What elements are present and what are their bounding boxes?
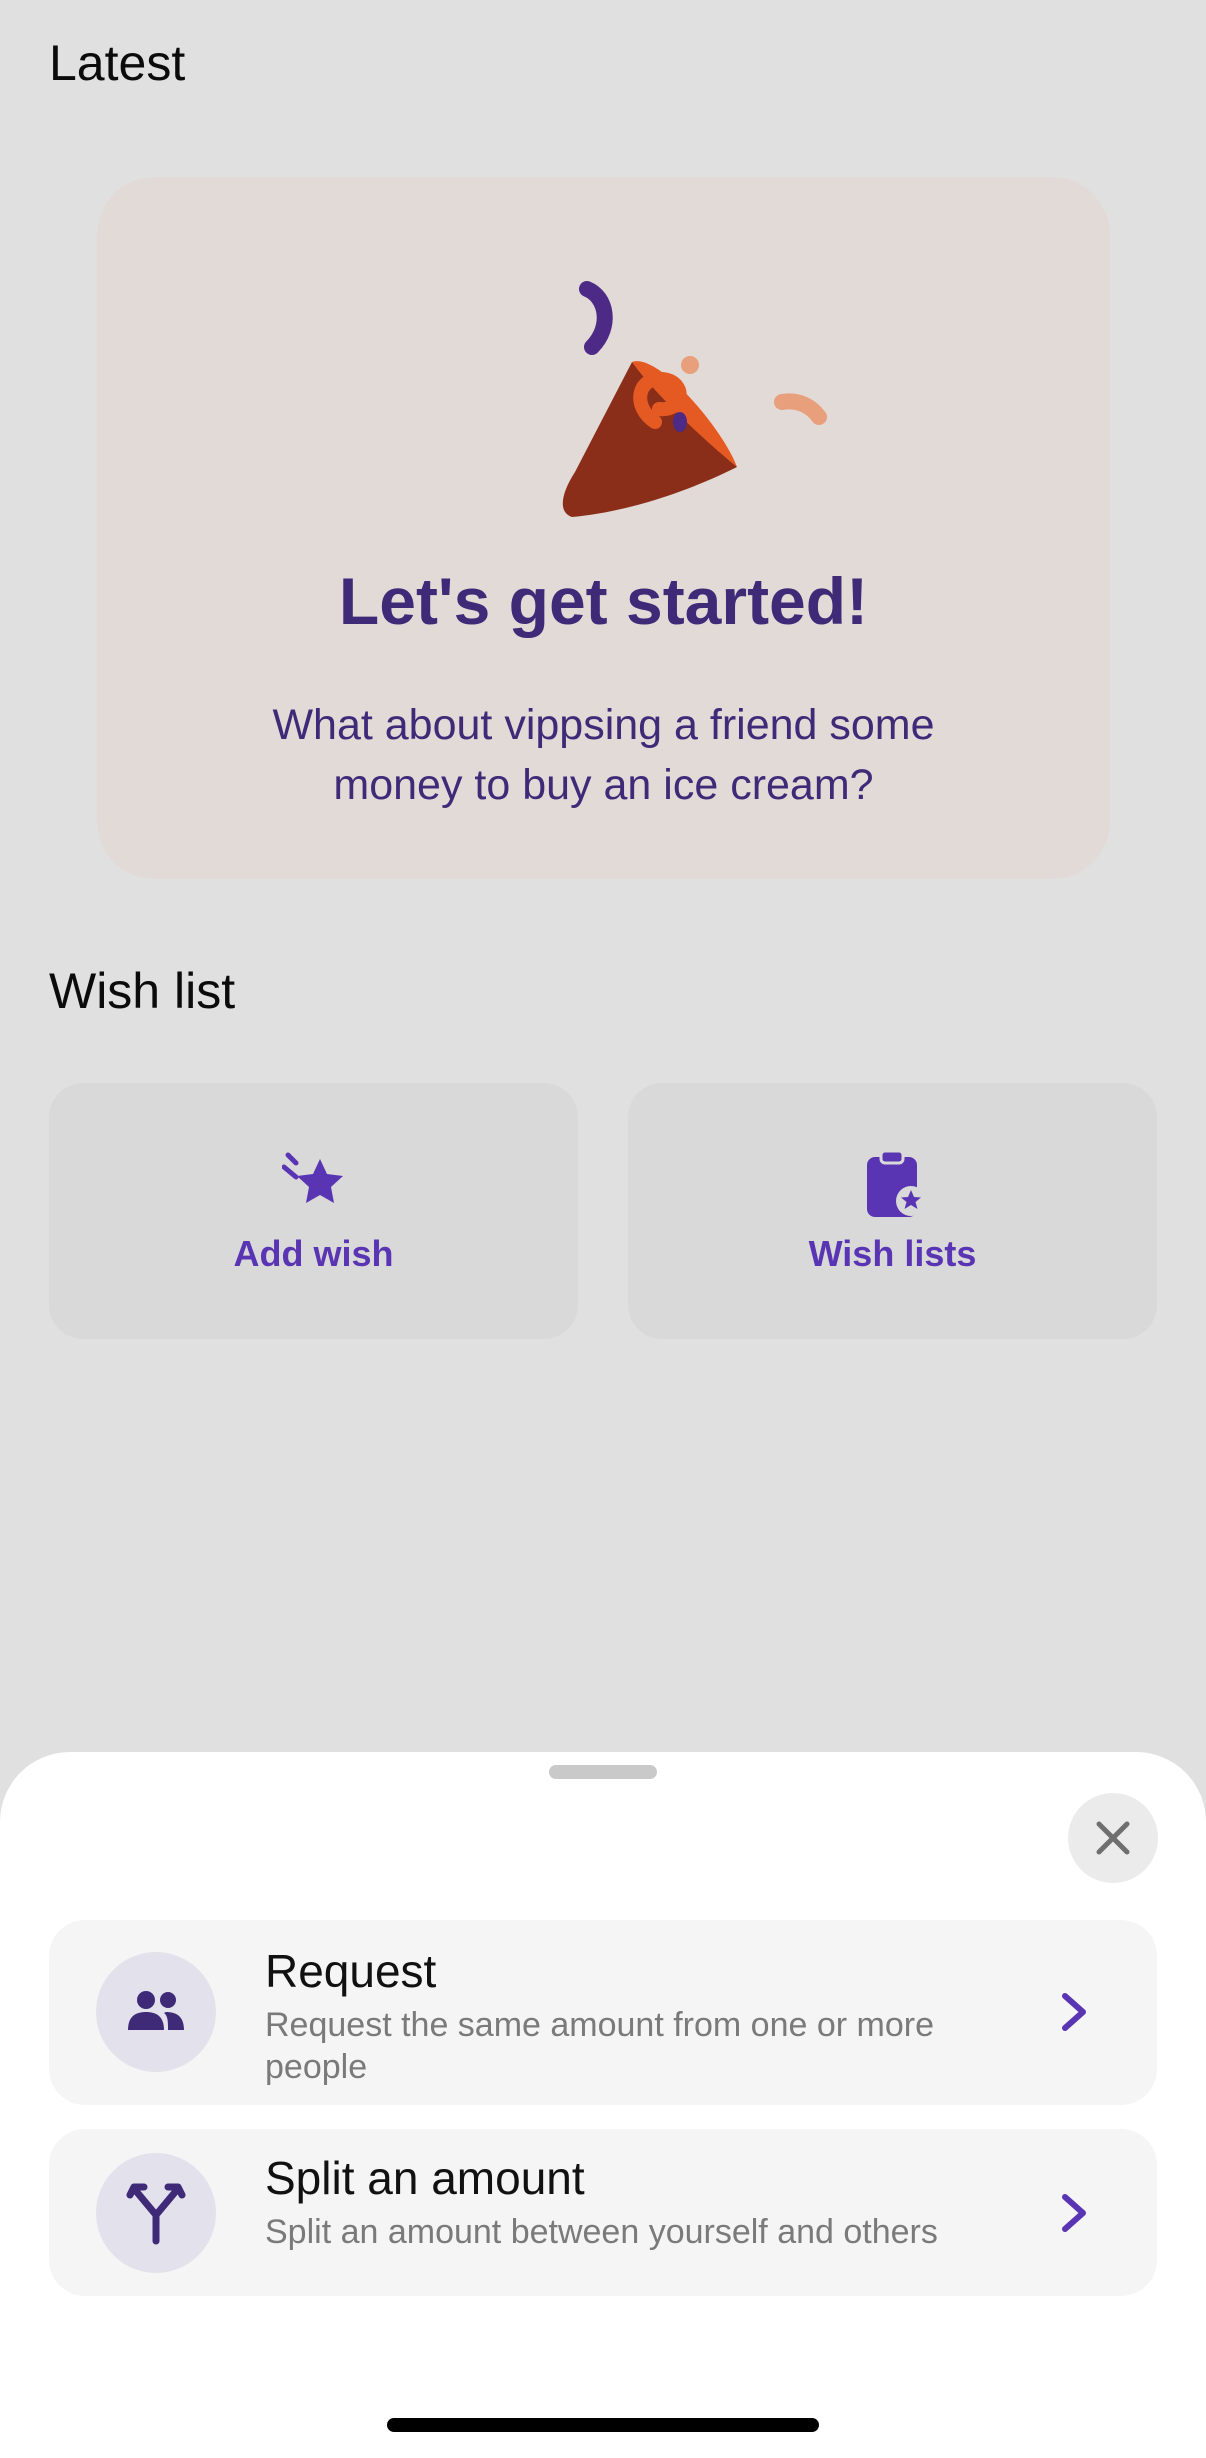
party-popper-icon (562, 281, 827, 517)
close-icon (1096, 1821, 1130, 1855)
people-icon-container (96, 1952, 216, 2072)
request-title: Request (265, 1945, 437, 1997)
bottom-sheet: Request Request the same amount from one… (0, 1752, 1206, 2458)
split-description: Split an amount between yourself and oth… (265, 2213, 938, 2251)
drag-handle[interactable] (549, 1765, 657, 1779)
split-arrows-icon (126, 2183, 186, 2245)
shooting-star-icon (281, 1152, 343, 1203)
split-icon-container (96, 2153, 216, 2273)
promo-body: What about vippsing a friend some money … (272, 701, 935, 809)
request-description: Request the same amount from one or more… (265, 2006, 934, 2086)
wish-lists-button[interactable]: Wish lists (628, 1083, 1157, 1339)
chevron-right-icon (1062, 1993, 1086, 2031)
close-button[interactable] (1068, 1793, 1158, 1883)
add-wish-label: Add wish (233, 1233, 394, 1274)
home-indicator (387, 2418, 819, 2432)
promo-heading: Let's get started! (338, 564, 869, 638)
split-amount-option[interactable]: Split an amount Split an amount between … (49, 2129, 1157, 2296)
promo-card[interactable]: Let's get started! What about vippsing a… (97, 177, 1110, 879)
chevron-right-icon (1062, 2194, 1086, 2232)
people-icon (128, 1991, 184, 2030)
latest-section-title: Latest (49, 35, 186, 91)
wish-lists-label: Wish lists (808, 1233, 977, 1274)
request-option[interactable]: Request Request the same amount from one… (49, 1920, 1157, 2105)
split-title: Split an amount (265, 2152, 585, 2204)
wishlist-section-title: Wish list (49, 963, 236, 1019)
add-wish-button[interactable]: Add wish (49, 1083, 578, 1339)
clipboard-star-icon (866, 1149, 925, 1217)
